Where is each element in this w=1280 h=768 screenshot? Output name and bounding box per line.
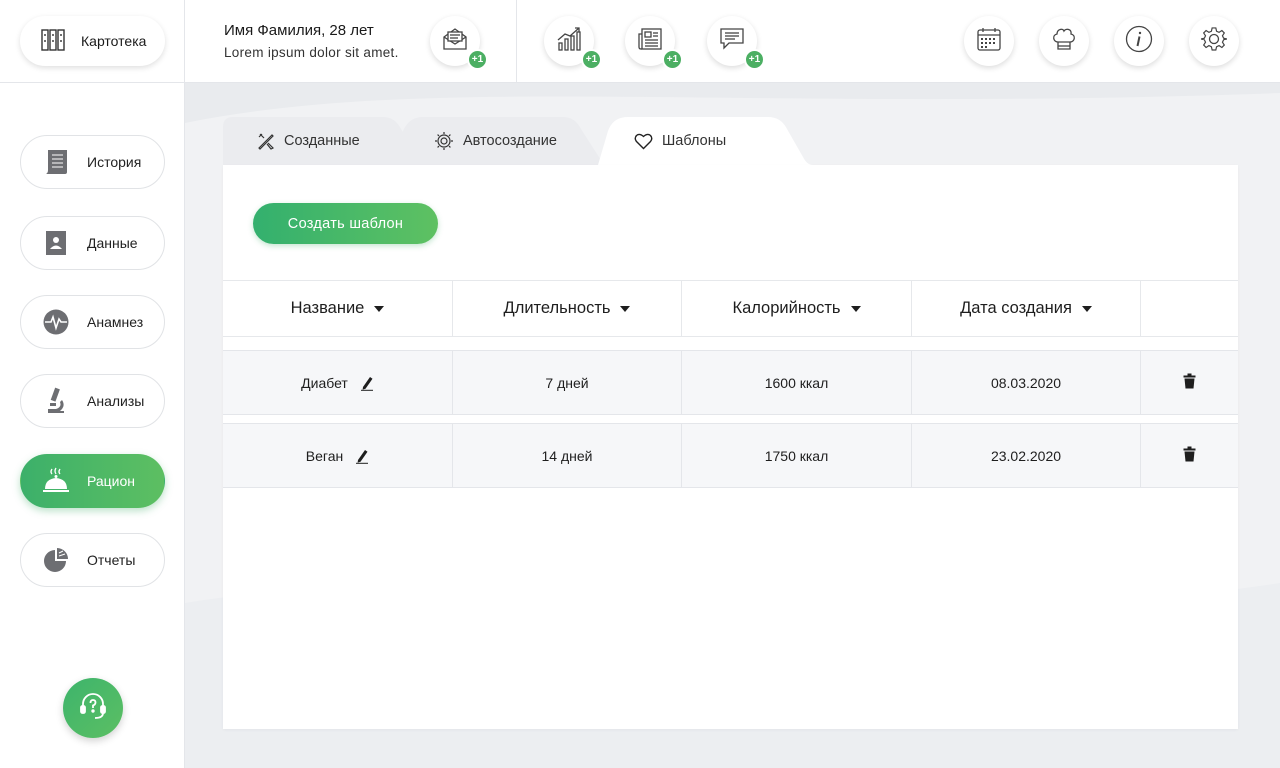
sort-arrow-icon [620,305,631,312]
tab-label: Шаблоны [662,133,727,149]
mail-icon [442,26,468,57]
notification-badge: +1 [467,49,488,70]
kartoteka-label: Картотека [81,33,147,49]
row-name: Диабет [301,374,348,391]
bar-chart-icon [556,26,582,57]
cell-date: 23.02.2020 [912,424,1141,487]
sidebar-item-label: Данные [87,235,138,251]
sidebar-item-anamnesis[interactable]: Анамнез [20,295,165,349]
info-button[interactable] [1114,16,1164,66]
heartbeat-icon [42,308,70,336]
chef-hat-icon [1051,26,1077,57]
messages-button[interactable]: +1 [707,16,765,70]
column-label: Дата создания [960,299,1072,317]
gear-icon [1200,25,1228,58]
tab-autocreate[interactable]: Автосоздание [434,117,557,165]
cloche-icon [42,467,70,495]
edit-pencil-icon[interactable] [355,448,369,464]
table-row[interactable]: Диабет 7 дней 1600 ккал 08.03.2020 [223,350,1238,415]
info-icon [1125,25,1153,58]
column-header-date[interactable]: Дата создания [912,281,1141,336]
cell-name: Веган [223,424,453,487]
cell-duration: 7 дней [453,351,682,414]
user-name: Имя Фамилия, 28 лет [224,22,374,39]
newspaper-icon [637,26,663,57]
microscope-icon [42,387,70,415]
tab-templates[interactable]: Шаблоны [634,117,726,165]
sidebar-item-label: Анализы [87,393,145,409]
column-header-calories[interactable]: Калорийность [682,281,912,336]
headset-icon [78,691,108,726]
stats-button[interactable]: +1 [544,16,602,70]
sidebar-item-label: Отчеты [87,552,136,568]
templates-card: Создать шаблон Название Длительность Кал… [223,165,1238,729]
tab-created[interactable]: Созданные [257,117,360,165]
sort-arrow-icon [1081,305,1092,312]
notification-badge: +1 [744,49,765,70]
cell-calories: 1750 ккал [682,424,912,487]
cell-actions [1141,424,1238,487]
kartoteka-button[interactable]: Картотека [20,16,165,66]
sidebar-item-analyses[interactable]: Анализы [20,374,165,428]
header-divider [184,0,185,83]
edit-pencil-icon[interactable] [360,375,374,391]
create-template-button[interactable]: Создать шаблон [253,203,438,244]
tools-icon [257,132,275,150]
user-subtitle: Lorem ipsum dolor sit amet. [224,45,399,60]
news-button[interactable]: +1 [625,16,683,70]
mail-button[interactable]: +1 [430,16,488,70]
sidebar-item-reports[interactable]: Отчеты [20,533,165,587]
table-row[interactable]: Веган 14 дней 1750 ккал 23.02.2020 [223,423,1238,488]
tab-label: Созданные [284,133,360,149]
notification-badge: +1 [581,49,602,70]
sidebar-item-label: Рацион [87,473,136,489]
column-label: Калорийность [732,299,841,317]
cell-date: 08.03.2020 [912,351,1141,414]
calendar-icon [976,26,1002,57]
sort-arrow-icon [374,305,385,312]
top-header: Картотека Имя Фамилия, 28 лет Lorem ipsu… [0,0,1280,83]
support-button[interactable] [63,678,123,738]
sort-arrow-icon [850,305,861,312]
sidebar: История Данные Анамнез Анализы Рацион От… [0,83,185,768]
table-header: Название Длительность Калорийность Дата … [223,280,1238,337]
notification-badge: +1 [662,49,683,70]
cell-duration: 14 дней [453,424,682,487]
sidebar-item-label: История [87,154,142,170]
cell-name: Диабет [223,351,453,414]
sidebar-item-history[interactable]: История [20,135,165,189]
column-header-duration[interactable]: Длительность [453,281,682,336]
chef-button[interactable] [1039,16,1089,66]
heart-icon [634,133,653,150]
sidebar-item-data[interactable]: Данные [20,216,165,270]
id-card-icon [42,229,70,257]
sidebar-item-diet[interactable]: Рацион [20,454,165,508]
column-header-actions [1141,281,1238,336]
header-divider [516,0,517,83]
trash-icon[interactable] [1183,446,1196,465]
column-label: Название [290,299,365,317]
cell-actions [1141,351,1238,414]
column-label: Длительность [503,299,611,317]
settings-button[interactable] [1189,16,1239,66]
row-name: Веган [305,447,344,464]
cell-calories: 1600 ккал [682,351,912,414]
gear-cycle-icon [434,131,454,151]
trash-icon[interactable] [1183,373,1196,392]
scroll-icon [42,148,70,176]
calendar-button[interactable] [964,16,1014,66]
chat-icon [719,26,745,57]
pie-chart-icon [42,546,70,574]
sidebar-item-label: Анамнез [87,314,144,330]
column-header-name[interactable]: Название [223,281,453,336]
tab-label: Автосоздание [463,133,557,149]
file-cabinet-icon [41,28,65,55]
